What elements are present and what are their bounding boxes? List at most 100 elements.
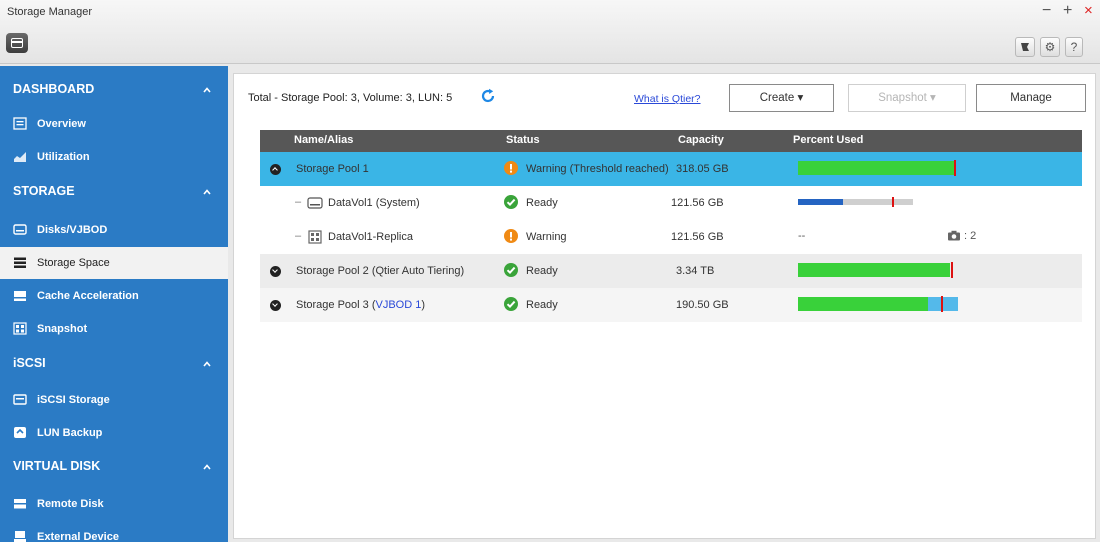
status-text: Ready [526,197,558,209]
totals-summary: Total - Storage Pool: 3, Volume: 3, LUN:… [248,92,453,104]
pool-name: Storage Pool 3 (VJBOD 1) [296,299,426,311]
status-text: Warning [526,231,567,243]
usage-bar [798,262,955,278]
section-dashboard[interactable]: DASHBOARD [0,72,228,106]
threshold-marker [941,296,943,312]
ready-check-icon [504,297,518,311]
notification-button[interactable] [1015,37,1035,57]
column-header-capacity[interactable]: Capacity [678,134,724,146]
usage-bar [798,296,958,312]
sidebar-item-label: iSCSI Storage [37,394,110,406]
status-text: Ready [526,265,558,277]
cache-icon [14,291,26,301]
column-header-name[interactable]: Name/Alias [294,134,353,146]
threshold-marker [891,197,894,207]
create-button[interactable]: Create ▾ [729,84,834,112]
app-menu-icon[interactable] [6,33,28,53]
window-title: Storage Manager [7,6,92,18]
sidebar-item-lun-backup[interactable]: LUN Backup [0,417,228,449]
sidebar-item-label: Snapshot [37,323,88,335]
table-row[interactable]: Storage Pool 3 (VJBOD 1) Ready 190.50 GB [260,288,1082,322]
iscsi-storage-icon [13,394,27,405]
column-header-status[interactable]: Status [506,134,540,146]
sidebar-item-snapshot[interactable]: Snapshot [0,313,228,345]
system-volume-icon [307,197,323,209]
sidebar-item-label: Storage Space [37,257,110,269]
threshold-marker [953,160,956,176]
usage-bar [798,160,958,176]
title-bar: Storage Manager − + × ⚙ ? [0,0,1100,64]
sidebar-item-remote-disk[interactable]: Remote Disk [0,488,228,520]
snapshot-count-value: : 2 [964,230,977,242]
sidebar-item-label: Remote Disk [37,498,104,510]
table-row[interactable]: – DataVol1-Replica Warning 121.56 GB -- … [260,220,1082,254]
percent-used-none: -- [798,230,806,242]
section-label: VIRTUAL DISK [13,459,101,473]
camera-icon [948,230,960,241]
capacity-value: 121.56 GB [671,231,724,243]
refresh-icon[interactable] [480,88,496,104]
capacity-value: 190.50 GB [676,299,729,311]
sidebar-item-overview[interactable]: Overview [0,108,228,140]
chevron-up-icon [203,87,211,93]
notification-icon [1021,43,1029,51]
snapshot-count[interactable]: : 2 [947,230,976,242]
gear-icon: ⚙ [1044,40,1056,54]
capacity-value: 3.34 TB [676,265,715,277]
sidebar-item-label: Cache Acceleration [37,290,139,302]
capacity-value: 318.05 GB [676,163,729,175]
close-button[interactable]: × [1084,2,1093,20]
sidebar-item-storage-space[interactable]: Storage Space [0,247,228,279]
section-iscsi[interactable]: iSCSI [0,346,228,380]
section-label: DASHBOARD [13,82,95,96]
table-row[interactable]: Storage Pool 2 (Qtier Auto Tiering) Read… [260,254,1082,288]
expand-icon[interactable] [270,266,281,277]
overview-icon [13,117,27,130]
volume-name: DataVol1-Replica [328,231,413,243]
minimize-button[interactable]: − [1042,2,1051,20]
replica-volume-icon [308,230,322,244]
section-virtual-disk[interactable]: VIRTUAL DISK [0,449,228,483]
sidebar-item-utilization[interactable]: Utilization [0,141,228,173]
section-storage[interactable]: STORAGE [0,174,228,208]
sidebar-item-cache-acceleration[interactable]: Cache Acceleration [0,280,228,312]
snapshot-button[interactable]: Snapshot ▾ [848,84,966,112]
table-row[interactable]: – DataVol1 (System) Ready 121.56 GB [260,186,1082,220]
manage-button[interactable]: Manage [976,84,1086,112]
warning-icon [504,161,518,175]
threshold-marker [950,262,953,278]
settings-button[interactable]: ⚙ [1040,37,1060,57]
sidebar-item-external-device[interactable]: External Device [0,521,228,542]
used-fill [798,199,843,205]
used-fill [798,161,957,175]
used-fill [798,263,951,277]
ready-check-icon [504,263,518,277]
usage-bar [798,197,933,207]
capacity-value: 121.56 GB [671,197,724,209]
volume-name: DataVol1 (System) [328,197,420,209]
lun-backup-icon [14,427,26,438]
snapshot-icon [13,322,27,335]
external-device-icon [14,531,26,542]
expand-icon[interactable] [270,300,281,311]
section-label: iSCSI [13,356,46,370]
help-button[interactable]: ? [1065,37,1083,57]
sidebar-item-label: Utilization [37,151,90,163]
table-row[interactable]: Storage Pool 1 Warning (Threshold reache… [260,152,1082,186]
sidebar-item-disks-vjbod[interactable]: Disks/VJBOD [0,214,228,246]
maximize-button[interactable]: + [1063,2,1072,20]
what-is-qtier-link[interactable]: What is Qtier? [634,93,701,105]
chevron-up-icon [203,361,211,367]
column-header-percent-used[interactable]: Percent Used [793,134,863,146]
sidebar-item-label: LUN Backup [37,427,103,439]
vjbod-link[interactable]: VJBOD 1 [376,299,422,311]
sidebar-item-label: Disks/VJBOD [37,224,108,236]
storage-space-icon [14,257,26,268]
sidebar: DASHBOARD Overview Utilization STORAGE D… [0,66,228,542]
sidebar-item-iscsi-storage[interactable]: iSCSI Storage [0,384,228,416]
disk-icon [13,224,27,235]
section-label: STORAGE [13,184,75,198]
warning-icon [504,229,518,243]
collapse-icon[interactable] [270,164,281,175]
pool-name: Storage Pool 1 [296,163,369,175]
